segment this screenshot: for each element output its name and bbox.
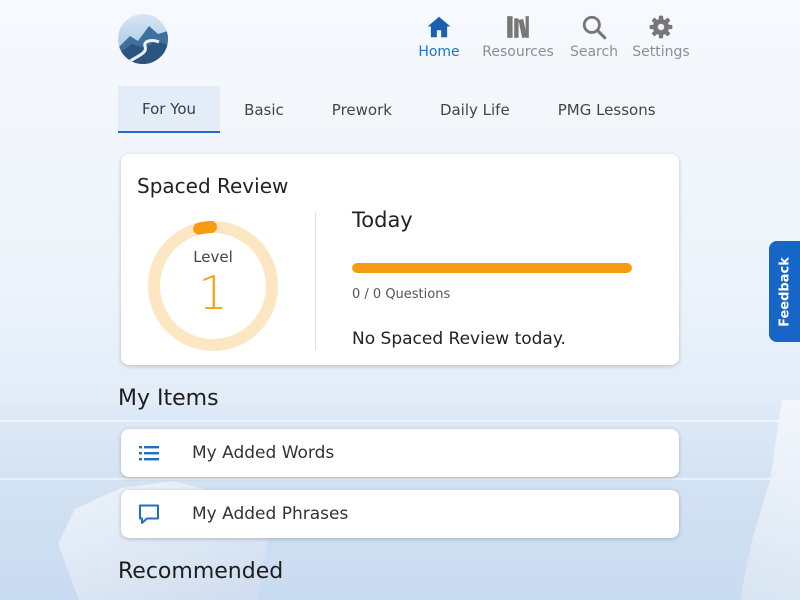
background-wave — [0, 420, 800, 422]
feedback-label: Feedback — [777, 256, 792, 327]
spaced-review-card[interactable]: Spaced Review Level 1 Today 0 / 0 Questi… — [121, 154, 679, 365]
questions-count: 0 / 0 Questions — [352, 287, 451, 302]
mountain-logo-icon — [118, 14, 168, 64]
tab-pmg-lessons[interactable]: PMG Lessons — [534, 86, 680, 133]
home-icon — [427, 16, 451, 38]
top-nav: Home Resources Search Settings — [410, 14, 702, 60]
feedback-button[interactable]: Feedback — [769, 241, 800, 342]
nav-home-label: Home — [418, 44, 460, 60]
tab-basic[interactable]: Basic — [220, 86, 308, 133]
today-heading: Today — [352, 208, 413, 232]
tab-for-you[interactable]: For You — [118, 86, 221, 133]
my-added-phrases-item[interactable]: My Added Phrases — [121, 490, 679, 538]
nav-resources-label: Resources — [482, 44, 554, 60]
category-tabs: For You Basic Prework Daily Life PMG Les… — [118, 86, 680, 133]
gear-icon — [649, 15, 673, 39]
nav-settings-label: Settings — [632, 44, 690, 60]
nav-search[interactable]: Search — [568, 14, 620, 60]
books-icon — [507, 16, 529, 39]
recommended-heading: Recommended — [118, 559, 284, 584]
speech-bubble-icon — [139, 504, 159, 524]
tab-daily-life[interactable]: Daily Life — [416, 86, 534, 133]
nav-search-label: Search — [569, 44, 619, 60]
nav-settings[interactable]: Settings — [632, 14, 690, 60]
app-logo[interactable] — [118, 14, 168, 64]
tab-prework[interactable]: Prework — [308, 86, 416, 133]
my-added-words-label: My Added Words — [192, 443, 335, 463]
list-icon — [139, 446, 159, 461]
my-added-words-item[interactable]: My Added Words — [121, 429, 679, 477]
level-value: 1 — [198, 266, 228, 320]
review-progress-fill — [352, 263, 632, 273]
my-added-phrases-label: My Added Phrases — [192, 504, 349, 524]
level-label: Level — [193, 248, 233, 266]
search-icon — [582, 15, 607, 40]
spaced-review-title: Spaced Review — [137, 174, 289, 198]
divider — [315, 212, 316, 350]
background-wave — [0, 478, 800, 480]
my-items-heading: My Items — [118, 386, 219, 411]
nav-home[interactable]: Home — [410, 14, 468, 60]
review-progress-bar — [352, 263, 632, 273]
nav-resources[interactable]: Resources — [480, 14, 556, 60]
no-review-message: No Spaced Review today. — [352, 329, 566, 349]
